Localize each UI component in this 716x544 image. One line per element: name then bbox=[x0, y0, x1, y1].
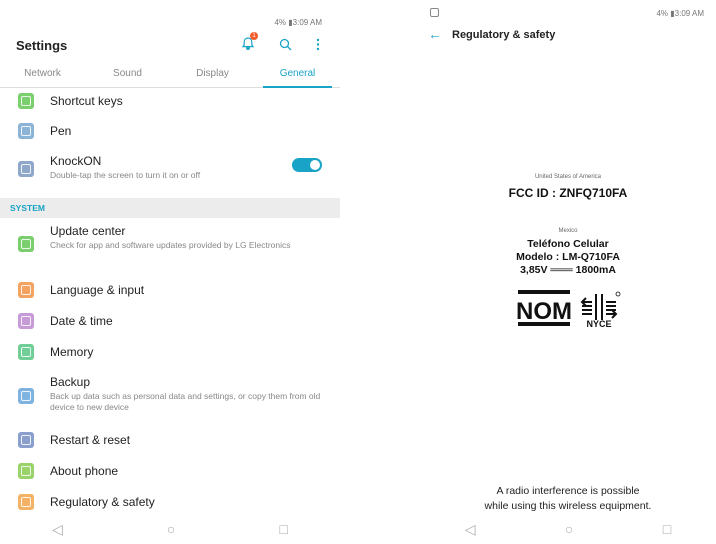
home-nav-icon[interactable]: ○ bbox=[167, 521, 175, 537]
knockon-toggle[interactable] bbox=[292, 158, 322, 172]
list-item-language-input[interactable]: Language & input bbox=[0, 280, 340, 300]
about-phone-icon bbox=[18, 463, 34, 479]
notification-bell-icon[interactable]: 1 bbox=[238, 32, 258, 54]
item-label: Date & time bbox=[50, 314, 113, 328]
item-description: Check for app and software updates provi… bbox=[50, 240, 291, 250]
nyce-label: NYCE bbox=[586, 319, 611, 328]
power-rating: 3,85V ═══ 1800mA bbox=[520, 264, 616, 276]
list-item-backup[interactable]: Backup Back up data such as personal dat… bbox=[0, 374, 340, 418]
list-item-memory[interactable]: Memory bbox=[0, 342, 340, 362]
memory-icon bbox=[18, 344, 34, 360]
back-nav-icon[interactable]: ◁ bbox=[52, 521, 63, 538]
back-nav-icon[interactable]: ◁ bbox=[465, 521, 476, 538]
item-label: Language & input bbox=[50, 283, 145, 297]
knockon-icon bbox=[18, 161, 34, 177]
radio-interference-line1: A radio interference is possible bbox=[496, 485, 640, 497]
item-label: Update center bbox=[50, 224, 126, 238]
list-item-update-center[interactable]: Update center Check for app and software… bbox=[0, 224, 340, 266]
page-title: Settings bbox=[16, 38, 68, 53]
page-title: Regulatory & safety bbox=[452, 29, 556, 41]
navigation-bar: ◁ ○ □ bbox=[420, 514, 716, 544]
us-label: United States of America bbox=[534, 174, 602, 180]
list-item-regulatory-safety[interactable]: Regulatory & safety bbox=[0, 492, 340, 512]
regulatory-icon bbox=[18, 494, 34, 510]
recents-nav-icon[interactable]: □ bbox=[279, 521, 287, 537]
list-item-pen[interactable]: Pen bbox=[0, 120, 340, 142]
tab-sound[interactable]: Sound bbox=[85, 62, 170, 87]
tab-network[interactable]: Network bbox=[0, 62, 85, 87]
notification-status-icon bbox=[430, 8, 439, 17]
mexico-label: Mexico bbox=[558, 228, 578, 234]
item-label: Memory bbox=[50, 345, 94, 359]
search-icon[interactable] bbox=[275, 34, 295, 54]
home-nav-icon[interactable]: ○ bbox=[565, 521, 573, 537]
tab-general[interactable]: General bbox=[255, 62, 340, 88]
list-item-restart-reset[interactable]: Restart & reset bbox=[0, 430, 340, 450]
settings-screen: 4% ▮3:09 AM Settings 1 Network Sound Dis… bbox=[0, 0, 340, 544]
regulatory-screen: 4% ▮3:09 AM ← Regulatory & safety United… bbox=[420, 0, 716, 544]
status-bar: 4% ▮3:09 AM bbox=[656, 9, 704, 18]
update-center-icon bbox=[18, 236, 34, 252]
section-header-system: SYSTEM bbox=[0, 198, 340, 218]
radio-interference-line2: while using this wireless equipment. bbox=[484, 500, 652, 512]
recents-nav-icon[interactable]: □ bbox=[663, 521, 671, 537]
more-options-icon[interactable] bbox=[308, 34, 328, 54]
tab-display[interactable]: Display bbox=[170, 62, 255, 87]
navigation-bar: ◁ ○ □ bbox=[0, 514, 340, 544]
item-label: About phone bbox=[50, 464, 119, 478]
settings-tabs: Network Sound Display General bbox=[0, 62, 340, 88]
item-label: Restart & reset bbox=[50, 433, 131, 447]
list-item-shortcut-keys[interactable]: Shortcut keys bbox=[0, 90, 340, 112]
item-label: Backup bbox=[50, 375, 91, 389]
phone-type: Teléfono Celular bbox=[527, 238, 609, 250]
language-icon bbox=[18, 282, 34, 298]
date-time-icon bbox=[18, 313, 34, 329]
fcc-id: FCC ID : ZNFQ710FA bbox=[508, 186, 628, 200]
restart-icon bbox=[18, 432, 34, 448]
pen-icon bbox=[18, 123, 34, 139]
item-label: Pen bbox=[50, 124, 72, 138]
notification-badge: 1 bbox=[250, 32, 258, 40]
status-bar: 4% ▮3:09 AM bbox=[274, 18, 322, 27]
item-description: Double-tap the screen to turn it on or o… bbox=[50, 170, 201, 180]
item-label: KnockON bbox=[50, 154, 102, 168]
back-arrow-icon[interactable]: ← bbox=[428, 26, 442, 42]
model-number: Modelo : LM-Q710FA bbox=[516, 251, 620, 263]
item-label: Regulatory & safety bbox=[50, 495, 155, 509]
item-label: Shortcut keys bbox=[50, 94, 123, 108]
list-item-date-time[interactable]: Date & time bbox=[0, 311, 340, 331]
list-item-knockon[interactable]: KnockON Double-tap the screen to turn it… bbox=[0, 152, 340, 186]
shortcut-keys-icon bbox=[18, 93, 34, 109]
backup-icon bbox=[18, 388, 34, 404]
svg-text:NOM: NOM bbox=[516, 298, 572, 325]
list-item-about-phone[interactable]: About phone bbox=[0, 461, 340, 481]
item-description: Back up data such as personal data and s… bbox=[50, 391, 321, 412]
nom-nyce-logo: NOM NYCE bbox=[516, 288, 626, 329]
